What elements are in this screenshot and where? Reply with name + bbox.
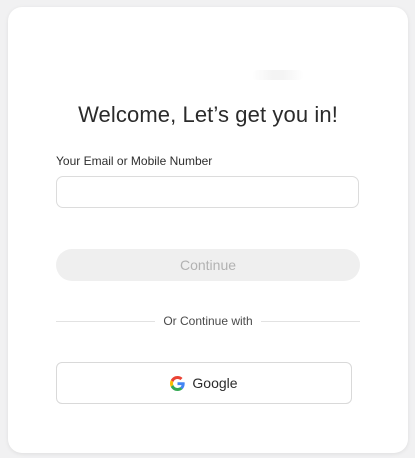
continue-button[interactable]: Continue <box>56 249 360 281</box>
login-card: Welcome, Let’s get you in! Your Email or… <box>8 7 408 453</box>
email-field[interactable] <box>56 176 359 208</box>
google-signin-button[interactable]: Google <box>56 362 352 404</box>
or-divider: Or Continue with <box>56 313 360 329</box>
divider-text: Or Continue with <box>163 314 253 328</box>
faint-decoration <box>252 70 304 80</box>
divider-line-right <box>260 320 360 322</box>
page-title: Welcome, Let’s get you in! <box>78 102 338 127</box>
divider-line-left <box>56 320 156 322</box>
google-icon <box>170 375 186 391</box>
email-field-label: Your Email or Mobile Number <box>56 154 213 168</box>
google-button-label: Google <box>192 375 238 391</box>
